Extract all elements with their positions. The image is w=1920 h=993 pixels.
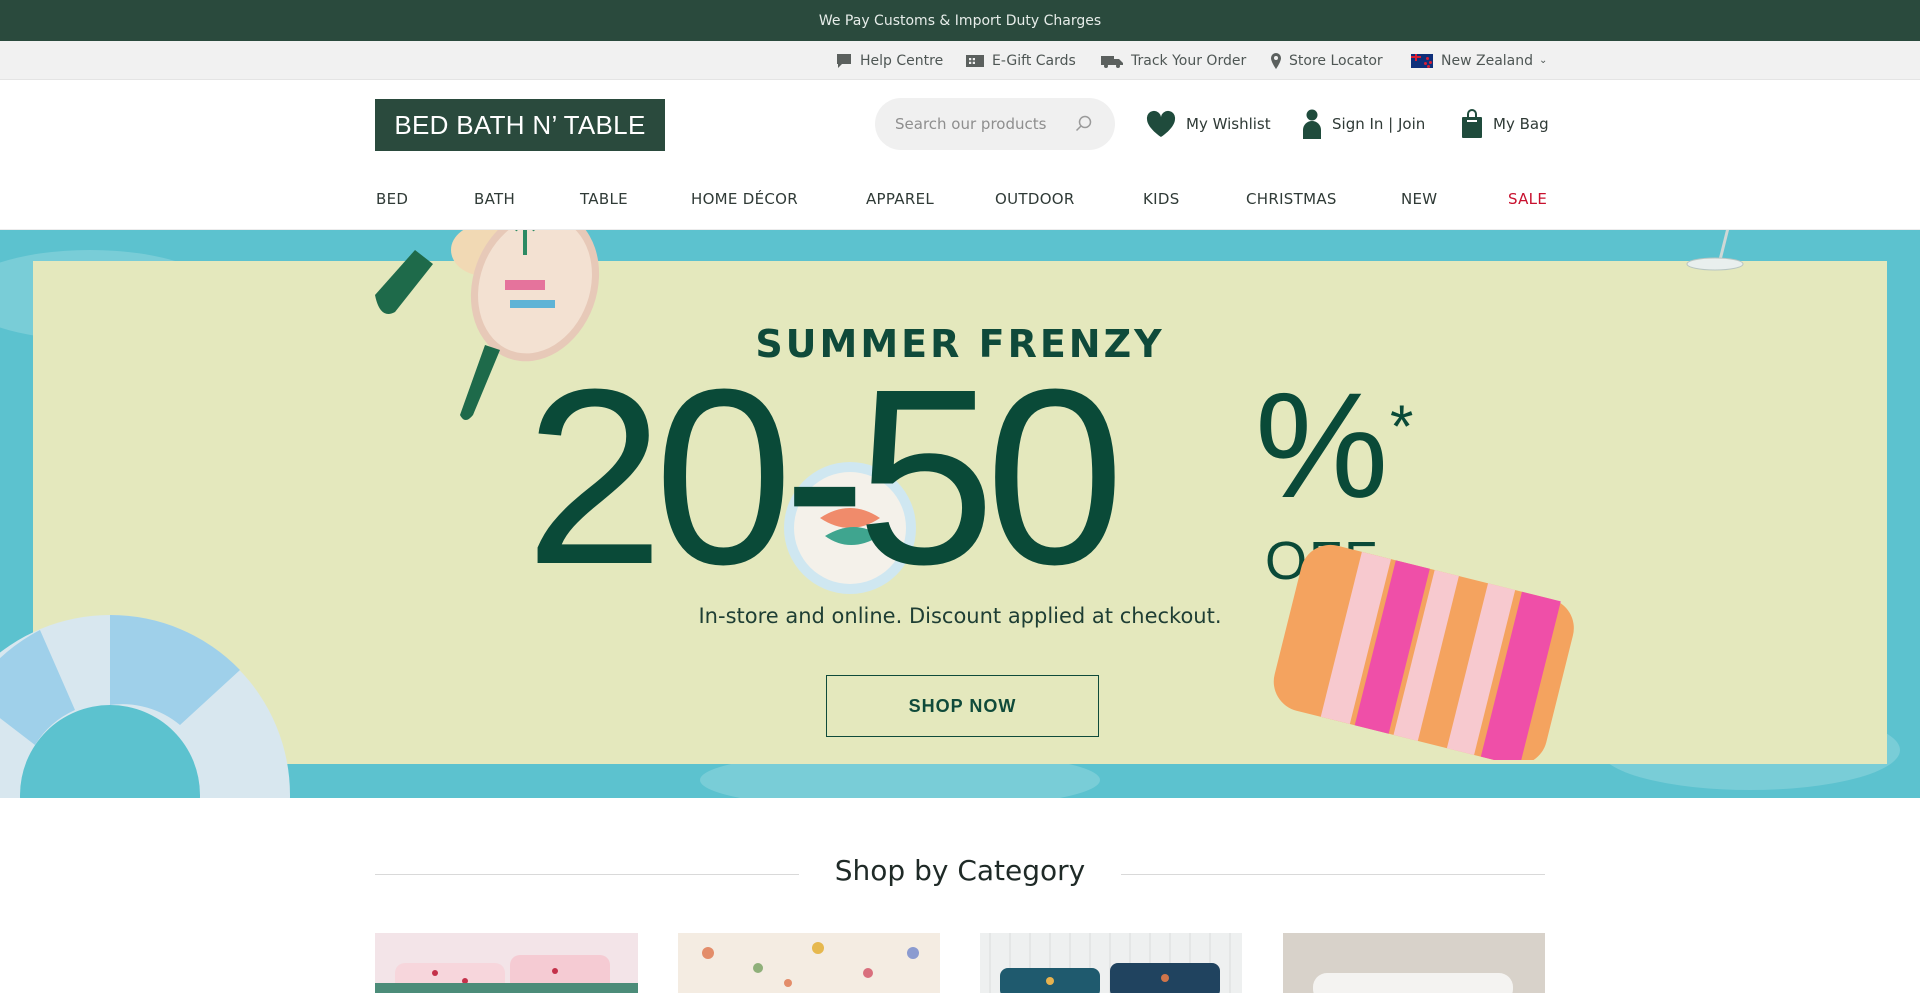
- nav-christmas[interactable]: CHRISTMAS: [1246, 178, 1337, 220]
- track-order-link[interactable]: Track Your Order: [1100, 41, 1246, 80]
- category-tile[interactable]: [1283, 933, 1545, 993]
- nav-new[interactable]: NEW: [1401, 178, 1437, 220]
- glass-illustration: [1686, 230, 1744, 271]
- hero-asterisk: *: [1390, 393, 1414, 460]
- search-bar: [875, 98, 1115, 150]
- category-image: [678, 933, 940, 993]
- nav-kids[interactable]: KIDS: [1143, 178, 1180, 220]
- nav-home-decor[interactable]: HOME DÉCOR: [691, 178, 798, 220]
- search-icon[interactable]: [1075, 115, 1093, 133]
- egift-cards-label: E-Gift Cards: [992, 52, 1076, 69]
- site-logo[interactable]: BED BATH N’ TABLE: [375, 99, 665, 151]
- heart-icon: [1146, 110, 1176, 137]
- gift-card-icon: [966, 54, 984, 67]
- logo-text: BED BATH N’ TABLE: [394, 109, 646, 140]
- category-image: [1283, 933, 1545, 993]
- bag-icon: [1462, 109, 1482, 138]
- chat-icon: [837, 53, 851, 68]
- region-label: New Zealand: [1441, 52, 1533, 69]
- category-tile[interactable]: [980, 933, 1242, 993]
- nav-bed[interactable]: BED: [376, 178, 408, 220]
- search-input[interactable]: [895, 115, 1065, 133]
- hero-percent: %: [1255, 361, 1389, 529]
- main-navigation: BED BATH TABLE HOME DÉCOR APPAREL OUTDOO…: [0, 178, 1920, 230]
- announcement-text: We Pay Customs & Import Duty Charges: [818, 12, 1102, 29]
- sign-in-link[interactable]: Sign In | Join: [1302, 106, 1425, 142]
- wishlist-label: My Wishlist: [1186, 115, 1271, 133]
- store-locator-link[interactable]: Store Locator: [1270, 41, 1383, 80]
- utility-bar: Help Centre E-Gift Cards Track Your Orde…: [0, 41, 1920, 80]
- nav-apparel[interactable]: APPAREL: [866, 178, 934, 220]
- category-tile[interactable]: [375, 933, 638, 993]
- hero-banner[interactable]: SUMMER FRENZY 20-50 % * OFF In-store and…: [0, 230, 1920, 798]
- location-pin-icon: [1271, 52, 1281, 69]
- nz-flag-icon: [1411, 53, 1433, 68]
- category-image: [375, 933, 638, 993]
- category-tile[interactable]: [678, 933, 940, 993]
- announcement-bar: We Pay Customs & Import Duty Charges: [0, 0, 1920, 41]
- help-centre-link[interactable]: Help Centre: [835, 41, 943, 80]
- wishlist-link[interactable]: My Wishlist: [1146, 106, 1271, 142]
- store-locator-label: Store Locator: [1289, 52, 1383, 69]
- category-image: [980, 933, 1242, 993]
- cushion-illustration: [1273, 544, 1574, 760]
- bag-link[interactable]: My Bag: [1461, 106, 1549, 142]
- chevron-down-icon: ⌄: [1539, 55, 1548, 66]
- region-selector[interactable]: New Zealand ⌄: [1411, 41, 1547, 80]
- shop-now-button[interactable]: SHOP NOW: [826, 675, 1099, 737]
- user-icon: [1303, 109, 1321, 139]
- help-centre-label: Help Centre: [860, 52, 944, 69]
- nav-bath[interactable]: BATH: [474, 178, 515, 220]
- nav-table[interactable]: TABLE: [580, 178, 628, 220]
- sign-in-label: Sign In | Join: [1332, 115, 1426, 133]
- hero-discount-range: 20-50: [525, 337, 1124, 616]
- nav-outdoor[interactable]: OUTDOOR: [995, 178, 1075, 220]
- nav-sale[interactable]: SALE: [1508, 178, 1547, 220]
- egift-cards-link[interactable]: E-Gift Cards: [965, 41, 1076, 80]
- bag-label: My Bag: [1493, 115, 1549, 133]
- section-title-shop-by-category: Shop by Category: [834, 854, 1086, 887]
- track-order-label: Track Your Order: [1131, 52, 1247, 69]
- hero-note: In-store and online. Discount applied at…: [698, 604, 1222, 628]
- truck-icon: [1101, 55, 1123, 68]
